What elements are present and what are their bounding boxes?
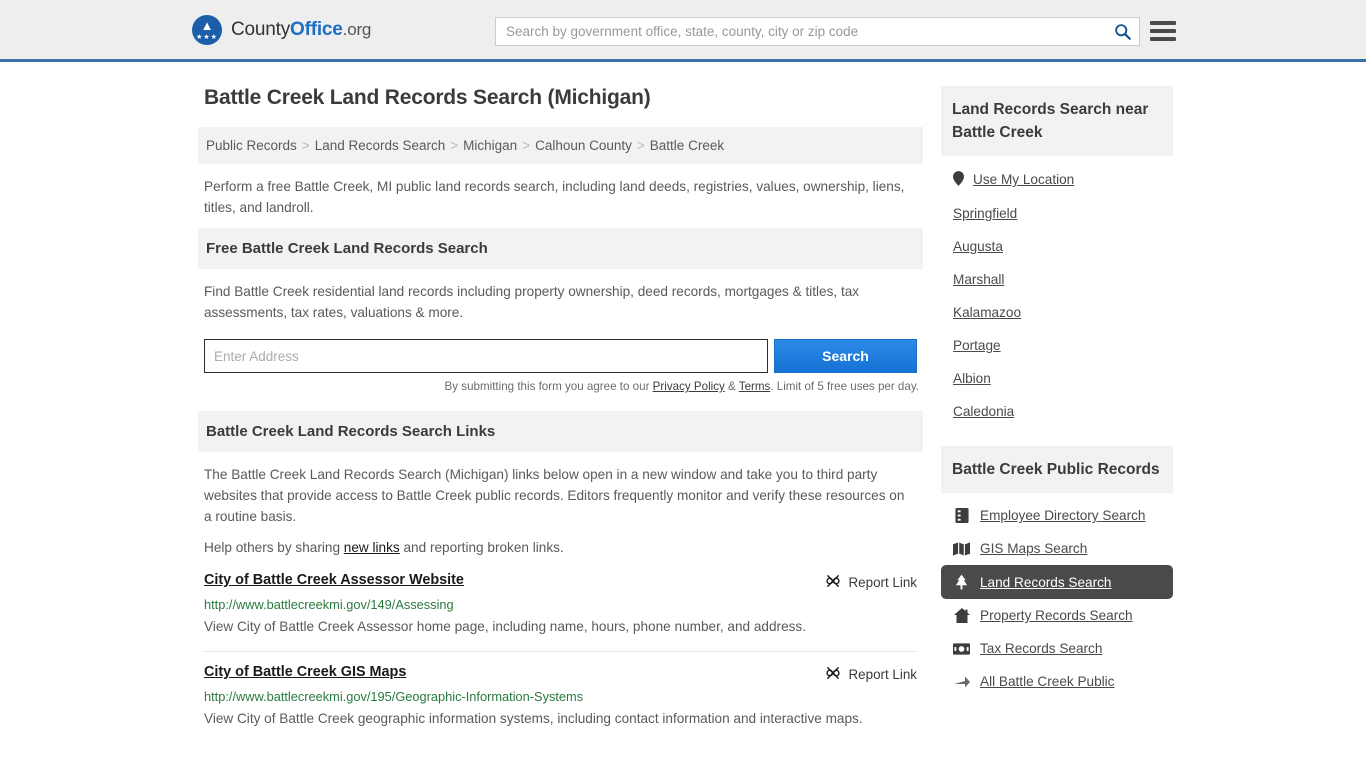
near-city-label[interactable]: Springfield [953,206,1017,221]
near-city-label[interactable]: Albion [953,371,991,386]
sidebar-item-albion[interactable]: Albion [941,362,1173,395]
hamburger-menu-icon[interactable] [1150,18,1176,44]
brand-text: CountyOffice.org [231,19,371,41]
site-logo[interactable]: ▲ ★★★ CountyOffice.org [192,14,371,45]
report-link-button[interactable]: Report Link [825,664,917,684]
sidebar-item-kalamazoo[interactable]: Kalamazoo [941,296,1173,329]
disclaimer-mid: & [724,380,739,393]
resource-link-title[interactable]: City of Battle Creek Assessor Website [204,572,825,588]
free-search-heading: Free Battle Creek Land Records Search [198,228,923,269]
search-icon[interactable] [1105,18,1139,45]
breadcrumb-item-2[interactable]: Michigan [463,138,517,153]
terms-link[interactable]: Terms [739,380,771,393]
disclaimer-suffix: . Limit of 5 free uses per day. [770,380,919,393]
main-content: Battle Creek Land Records Search (Michig… [198,86,923,741]
money-icon [953,642,970,655]
sidebar-item-label[interactable]: Tax Records Search [980,641,1102,656]
report-link-button[interactable]: Report Link [825,572,917,592]
link-header-row: City of Battle Creek Assessor Website Re… [204,572,917,592]
house-icon [953,608,970,623]
address-search-form: Search [198,339,923,373]
countyoffice-logo-icon: ▲ ★★★ [192,14,222,45]
page-body: Battle Creek Land Records Search (Michig… [0,86,1366,741]
page-intro-text: Perform a free Battle Creek, MI public l… [204,179,905,215]
resource-link-title[interactable]: City of Battle Creek GIS Maps [204,664,825,680]
sidebar-item-label[interactable]: Land Records Search [980,575,1111,590]
global-search-input[interactable] [496,18,1105,45]
sidebar-item-label[interactable]: Employee Directory Search [980,508,1145,523]
sidebar-near-heading: Land Records Search near Battle Creek [941,86,1173,156]
address-input[interactable] [204,339,768,373]
breadcrumb-separator: > [301,138,310,153]
near-city-label[interactable]: Kalamazoo [953,305,1021,320]
sidebar-item-label[interactable]: All Battle Creek Public [980,674,1114,689]
help-prefix: Help others by sharing [204,540,344,555]
disclaimer-prefix: By submitting this form you agree to our [444,380,653,393]
list-item: City of Battle Creek GIS Maps Report Lin… [198,652,923,741]
breadcrumb-item-4[interactable]: Battle Creek [650,138,724,153]
breadcrumb-separator: > [450,138,459,153]
report-link-label: Report Link [848,575,917,590]
free-search-description: Find Battle Creek residential land recor… [204,284,860,320]
breadcrumb-item-3[interactable]: Calhoun County [535,138,632,153]
near-city-label[interactable]: Marshall [953,272,1004,287]
sidebar-item-all-battle-creek-public[interactable]: All Battle Creek Public [941,665,1173,698]
sidebar-public-records-heading: Battle Creek Public Records [941,446,1173,493]
privacy-policy-link[interactable]: Privacy Policy [653,380,725,393]
link-header-row: City of Battle Creek GIS Maps Report Lin… [204,664,917,684]
links-section-paragraph: The Battle Creek Land Records Search (Mi… [204,467,905,524]
sidebar-item-springfield[interactable]: Springfield [941,197,1173,230]
breadcrumb-separator: > [522,138,531,153]
form-disclaimer: By submitting this form you agree to our… [198,373,923,393]
map-icon [953,541,970,556]
resource-link-description: View City of Battle Creek Assessor home … [204,619,806,634]
use-my-location-label[interactable]: Use My Location [973,172,1074,187]
sidebar-public-records-list: Employee Directory Search GIS Maps Searc… [941,493,1173,698]
links-section-heading: Battle Creek Land Records Search Links [198,411,923,452]
resource-link-url: http://www.battlecreekmi.gov/149/Assessi… [204,597,454,612]
global-search-bar[interactable] [495,17,1140,46]
brand-part1: County [231,18,291,40]
sidebar-item-portage[interactable]: Portage [941,329,1173,362]
near-city-label[interactable]: Augusta [953,239,1003,254]
report-link-label: Report Link [848,667,917,682]
sidebar-item-use-my-location[interactable]: Use My Location [941,162,1173,197]
near-city-label[interactable]: Caledonia [953,404,1014,419]
breadcrumb: Public Records > Land Records Search > Michi… [198,127,923,164]
help-others-text: Help others by sharing new links and rep… [198,537,923,568]
near-city-label[interactable]: Portage [953,338,1001,353]
search-button[interactable]: Search [774,339,917,373]
sidebar-item-land-records-search[interactable]: Land Records Search [941,565,1173,599]
broken-link-icon [825,665,841,684]
sidebar-item-label[interactable]: GIS Maps Search [980,541,1087,556]
sidebar-item-tax-records-search[interactable]: Tax Records Search [941,632,1173,665]
sidebar-item-employee-directory-search[interactable]: Employee Directory Search [941,499,1173,532]
sidebar-near-list: Use My Location Springfield Augusta Mars… [941,156,1173,432]
arrow-right-icon [953,676,970,688]
site-header: ▲ ★★★ CountyOffice.org [0,0,1366,62]
breadcrumb-separator: > [636,138,645,153]
breadcrumb-item-1[interactable]: Land Records Search [315,138,446,153]
brand-tld: .org [342,19,372,39]
directory-book-icon [953,508,970,523]
page-title: Battle Creek Land Records Search (Michig… [204,86,651,109]
map-pin-icon [953,171,964,188]
breadcrumb-item-0[interactable]: Public Records [206,138,297,153]
sidebar-item-property-records-search[interactable]: Property Records Search [941,599,1173,632]
sidebar-item-caledonia[interactable]: Caledonia [941,395,1173,428]
list-item: City of Battle Creek Assessor Website Re… [198,568,923,649]
new-links-link[interactable]: new links [344,540,400,555]
sidebar-item-augusta[interactable]: Augusta [941,230,1173,263]
help-suffix: and reporting broken links. [399,540,564,555]
broken-link-icon [825,573,841,592]
sidebar-item-gis-maps-search[interactable]: GIS Maps Search [941,532,1173,565]
tree-icon [953,574,970,590]
brand-part2: Office [290,18,343,40]
sidebar-item-label[interactable]: Property Records Search [980,608,1133,623]
sidebar: Land Records Search near Battle Creek Us… [941,86,1173,741]
resource-link-description: View City of Battle Creek geographic inf… [204,711,863,726]
sidebar-item-marshall[interactable]: Marshall [941,263,1173,296]
resource-link-url: http://www.battlecreekmi.gov/195/Geograp… [204,689,584,704]
